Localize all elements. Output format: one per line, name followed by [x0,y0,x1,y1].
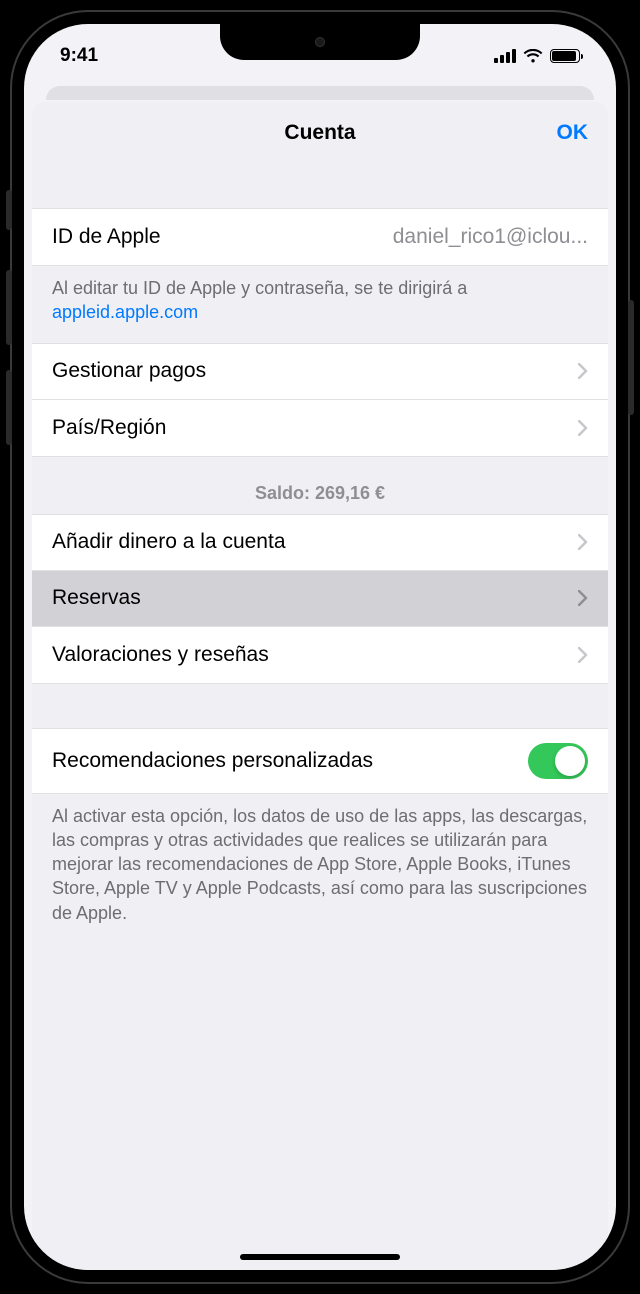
camera-icon [315,37,325,47]
apple-id-value: daniel_rico1@iclou... [177,225,588,249]
manage-payments-label: Gestionar pagos [52,359,206,383]
chevron-right-icon [578,647,588,663]
phone-frame: 9:41 Cuenta OK [10,10,630,1284]
ratings-reviews-row[interactable]: Valoraciones y reseñas [32,627,608,683]
chevron-right-icon [578,590,588,606]
cellular-signal-icon [494,49,516,63]
battery-icon [550,49,580,63]
home-indicator[interactable] [240,1254,400,1260]
preorders-label: Reservas [52,586,141,610]
add-funds-label: Añadir dinero a la cuenta [52,530,286,554]
chevron-right-icon [578,420,588,436]
ratings-reviews-label: Valoraciones y reseñas [52,643,269,667]
account-modal: Cuenta OK ID de Apple daniel_rico1@iclou… [32,102,608,1270]
personalized-recommendations-toggle[interactable] [528,743,588,779]
add-funds-row[interactable]: Añadir dinero a la cuenta [32,515,608,571]
balance-header: Saldo: 269,16 € [32,457,608,514]
chevron-right-icon [578,534,588,550]
preorders-row[interactable]: Reservas [32,571,608,627]
personalized-recommendations-label: Recomendaciones personalizadas [52,749,373,773]
page-title: Cuenta [284,121,355,145]
modal-header: Cuenta OK [32,102,608,164]
screen: 9:41 Cuenta OK [24,24,616,1270]
apple-id-link[interactable]: appleid.apple.com [52,302,198,322]
volume-down-button [6,370,12,445]
country-region-label: País/Región [52,416,166,440]
apple-id-row[interactable]: ID de Apple daniel_rico1@iclou... [32,209,608,265]
volume-up-button [6,270,12,345]
apple-id-footer: Al editar tu ID de Apple y contraseña, s… [32,266,608,343]
notch [220,24,420,60]
manage-payments-row[interactable]: Gestionar pagos [32,344,608,400]
power-button [628,300,634,415]
chevron-right-icon [578,363,588,379]
apple-id-label: ID de Apple [52,225,161,249]
ok-button[interactable]: OK [557,121,589,145]
recommendations-footer: Al activar esta opción, los datos de uso… [32,794,608,943]
wifi-icon [523,49,543,64]
personalized-recommendations-row: Recomendaciones personalizadas [32,729,608,793]
background-card [46,86,594,100]
silent-switch [6,190,12,230]
country-region-row[interactable]: País/Región [32,400,608,456]
